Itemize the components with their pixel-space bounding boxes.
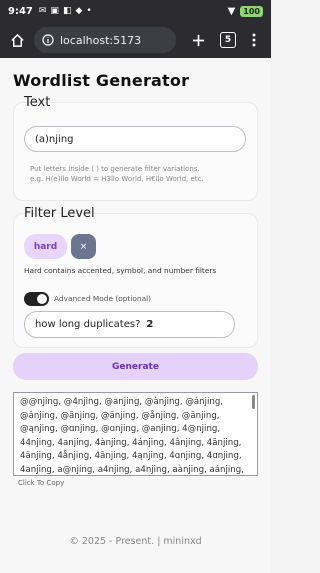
generate-button[interactable]: Generate (13, 353, 258, 380)
battery-indicator: 100 (240, 5, 263, 17)
duplicates-label: how long duplicates? (35, 319, 141, 330)
duplicates-field[interactable]: how long duplicates? 2 (24, 311, 235, 338)
mail-icon: ✉ (38, 6, 47, 16)
url-text: localhost:5173 (60, 33, 142, 47)
app-icon: ▣ (50, 6, 59, 16)
footer: © 2025 - Present. | mininxd (69, 536, 202, 547)
new-tab-icon[interactable] (187, 29, 209, 51)
status-bar: 9:47 ✉ ▣ ◧ ◆ • ▼ 100 (0, 0, 271, 22)
browser-toolbar: localhost:5173 5 (0, 22, 271, 58)
output-box[interactable]: @@njing, @4njing, @anjing, @ànjing, @ánj… (13, 392, 258, 476)
site-info-icon[interactable] (42, 34, 54, 46)
shield-icon: ◆ (75, 6, 83, 16)
address-bar[interactable]: localhost:5173 (34, 27, 176, 53)
output-text: @@njing, @4njing, @anjing, @ànjing, @ánj… (20, 397, 244, 475)
menu-icon[interactable] (243, 29, 265, 51)
text-card-title: Text (24, 95, 51, 110)
text-hint: Put letters inside ( ) to generate filte… (30, 164, 204, 184)
text-input[interactable]: (a)njing (24, 126, 246, 152)
wifi-icon: ▼ (227, 5, 236, 17)
status-time: 9:47 (8, 5, 33, 17)
text-card: Text (a)njing Put letters inside ( ) to … (13, 95, 258, 201)
filter-level-chip[interactable]: hard (24, 234, 67, 259)
copy-hint: Click To Copy (18, 479, 65, 487)
filter-card-title: Filter Level (24, 206, 95, 221)
home-icon[interactable] (6, 29, 28, 51)
dot-icon: • (86, 6, 92, 16)
output-scrollbar[interactable] (252, 395, 255, 409)
tab-switcher-button[interactable]: 5 (217, 29, 239, 51)
clear-filter-button[interactable]: × (71, 234, 96, 259)
toggle-knob (37, 294, 47, 304)
hint-line-2: e.g. H(e)llo World = H3llo World, H€llo … (30, 175, 204, 183)
advanced-mode-toggle[interactable] (24, 292, 49, 306)
filter-card: Filter Level hard × Hard contains accent… (13, 206, 258, 348)
duplicates-value[interactable]: 2 (146, 319, 153, 330)
notification-icons: ✉ ▣ ◧ ◆ • (39, 6, 92, 16)
photo-icon: ◧ (62, 6, 72, 16)
page-title: Wordlist Generator (13, 71, 190, 90)
hint-line-1: Put letters inside ( ) to generate filte… (30, 165, 200, 173)
tab-count: 5 (220, 32, 236, 48)
advanced-mode-label: Advanced Mode (optional) (54, 294, 152, 303)
filter-description: Hard contains accented, symbol, and numb… (24, 266, 217, 275)
page-content: Wordlist Generator Text (a)njing Put let… (0, 58, 271, 573)
